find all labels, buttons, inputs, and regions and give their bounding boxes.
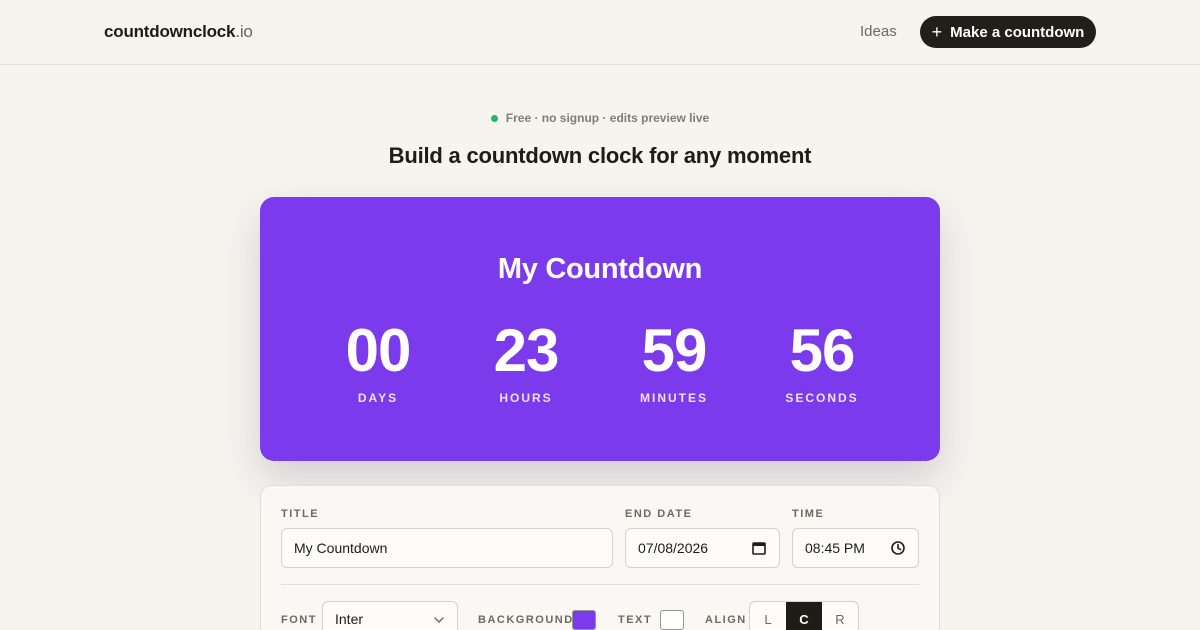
countdown-unit-hours: 23 HOURS bbox=[452, 315, 600, 415]
text-color-swatch[interactable] bbox=[660, 610, 684, 630]
font-select-value: Inter bbox=[335, 611, 364, 627]
seconds-value: 56 bbox=[789, 317, 856, 384]
status-dot-icon bbox=[490, 114, 498, 122]
seconds-label: SECONDS bbox=[785, 391, 859, 405]
background-color-swatch[interactable] bbox=[572, 610, 596, 630]
countdown-unit-seconds: 56 SECONDS bbox=[748, 315, 896, 415]
hours-value: 23 bbox=[493, 317, 560, 384]
plus-icon: + bbox=[931, 22, 943, 42]
brand-tld: .io bbox=[235, 22, 253, 41]
background-field-label: BACKGROUND bbox=[478, 614, 574, 626]
align-field-label: ALIGN bbox=[705, 614, 747, 626]
page-headline: Build a countdown clock for any moment bbox=[388, 143, 812, 168]
brand-logo[interactable]: countdownclock.io bbox=[104, 22, 253, 42]
nav-link-ideas[interactable]: Ideas bbox=[860, 23, 897, 40]
end-date-field-label: END DATE bbox=[625, 508, 693, 520]
countdown-preview-card: My Countdown 00 DAYS 23 HOURS 59 MINUTES… bbox=[260, 197, 940, 461]
align-center-button[interactable]: C bbox=[786, 602, 822, 630]
font-field-label: FONT bbox=[281, 614, 317, 626]
end-date-value: 07/08/2026 bbox=[638, 540, 709, 556]
align-right-button[interactable]: R bbox=[822, 602, 858, 630]
days-value: 00 bbox=[345, 317, 412, 384]
brand-name: countdownclock bbox=[104, 22, 236, 41]
make-countdown-label: Make a countdown bbox=[950, 23, 1085, 41]
time-field-label: TIME bbox=[792, 508, 825, 520]
time-input[interactable]: 08:45 PM bbox=[792, 528, 919, 568]
calendar-icon[interactable] bbox=[751, 540, 767, 556]
top-nav-bar: countdownclock.io Ideas + Make a countdo… bbox=[0, 0, 1200, 65]
title-input-value: My Countdown bbox=[294, 540, 388, 556]
tagline: Free · no signup · edits preview live bbox=[0, 111, 1200, 125]
font-select[interactable]: Inter bbox=[322, 601, 458, 630]
chevron-down-icon bbox=[434, 617, 444, 624]
editor-divider bbox=[281, 584, 919, 585]
minutes-label: MINUTES bbox=[640, 391, 708, 405]
countdown-editor-panel: TITLE My Countdown END DATE 07/08/2026 T… bbox=[260, 485, 940, 630]
time-value: 08:45 PM bbox=[805, 540, 865, 556]
countdown-unit-days: 00 DAYS bbox=[304, 315, 452, 415]
countdown-title: My Countdown bbox=[497, 253, 703, 285]
countdown-unit-minutes: 59 MINUTES bbox=[600, 315, 748, 415]
clock-icon[interactable] bbox=[890, 540, 906, 556]
days-label: DAYS bbox=[357, 391, 399, 405]
end-date-input[interactable]: 07/08/2026 bbox=[625, 528, 780, 568]
countdown-units: 00 DAYS 23 HOURS 59 MINUTES 56 SECONDS bbox=[304, 315, 896, 415]
title-input[interactable]: My Countdown bbox=[281, 528, 613, 568]
align-left-button[interactable]: L bbox=[750, 602, 786, 630]
align-segmented-control: L C R bbox=[749, 601, 859, 630]
minutes-value: 59 bbox=[641, 317, 708, 384]
hours-label: HOURS bbox=[499, 391, 553, 405]
title-field-label: TITLE bbox=[281, 508, 320, 520]
make-countdown-button[interactable]: + Make a countdown bbox=[920, 16, 1096, 48]
tagline-text: Free · no signup · edits preview live bbox=[505, 111, 710, 125]
text-field-label: TEXT bbox=[618, 614, 653, 626]
